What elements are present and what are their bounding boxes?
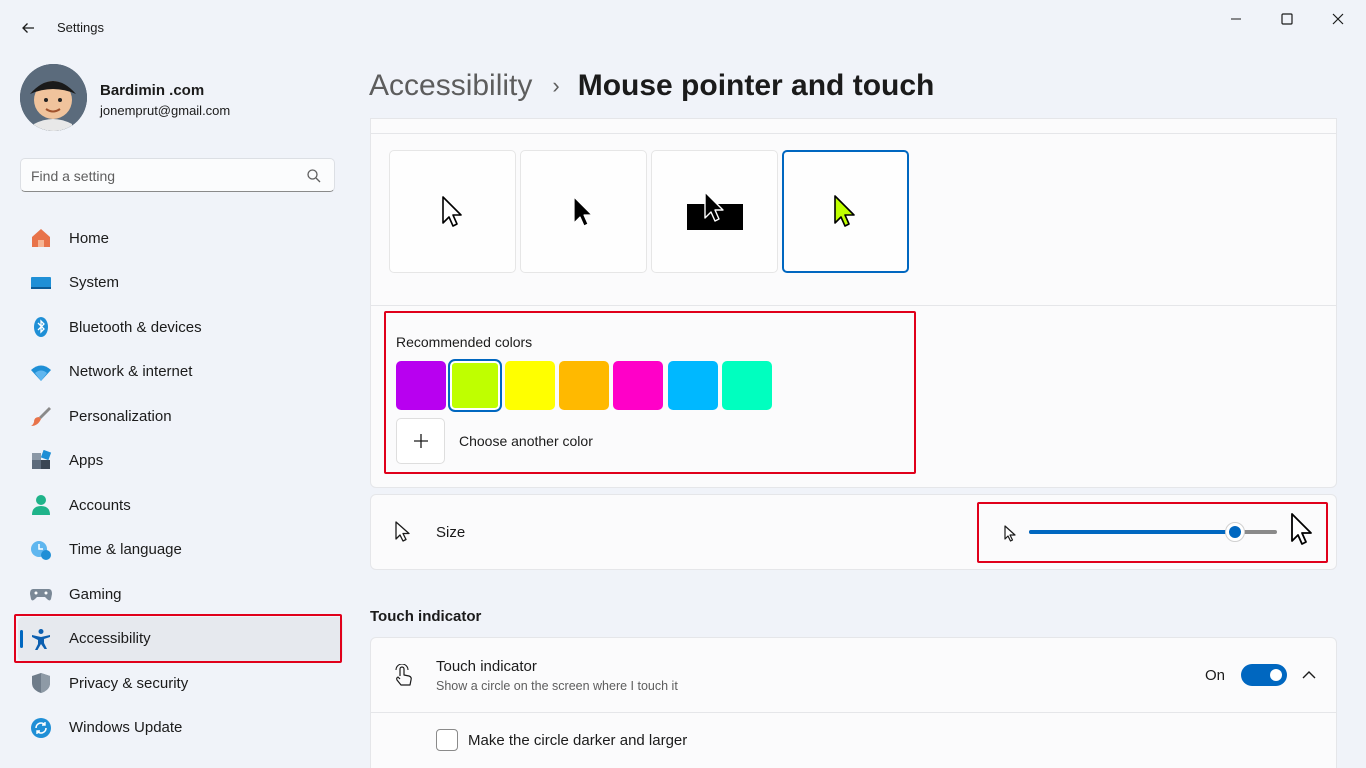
- back-arrow-icon: [22, 23, 34, 33]
- color-swatch[interactable]: [448, 359, 503, 412]
- avatar-picture: [20, 64, 87, 131]
- size-slider[interactable]: [1029, 522, 1277, 542]
- touch-section-title: Touch indicator: [370, 608, 482, 625]
- size-slider-fill: [1029, 530, 1235, 534]
- sidebar-item-label: Bluetooth & devices: [69, 318, 202, 336]
- app-title: Settings: [57, 20, 104, 35]
- color-swatch[interactable]: [721, 361, 772, 410]
- black-pointer-icon: [572, 195, 593, 227]
- user-email: jonemprut@gmail.com: [100, 103, 231, 118]
- pointer-style-inverted[interactable]: [651, 150, 778, 273]
- accessibility-icon: [32, 628, 50, 650]
- sidebar-item-label: Time & language: [69, 541, 182, 559]
- page-title: Mouse pointer and touch: [577, 69, 935, 102]
- update-icon: [31, 717, 51, 738]
- apps-icon: [32, 449, 52, 469]
- sidebar-nav: Home System Bluetooth & devices Network …: [18, 216, 343, 750]
- sidebar-item-label: Accounts: [69, 496, 131, 514]
- sidebar-item-label: Privacy & security: [69, 674, 189, 692]
- sidebar-item-network[interactable]: Network & internet: [18, 350, 343, 395]
- sidebar-item-bluetooth[interactable]: Bluetooth & devices: [18, 305, 343, 350]
- divider: [371, 305, 1336, 306]
- breadcrumb: Accessibility › Mouse pointer and touch: [369, 66, 934, 106]
- touch-indicator-description: Show a circle on the screen where I touc…: [436, 679, 678, 693]
- maximize-icon: [1281, 13, 1293, 25]
- accounts-icon: [32, 495, 50, 515]
- sidebar-item-windows-update[interactable]: Windows Update: [18, 706, 343, 751]
- sidebar-item-label: Personalization: [69, 407, 172, 425]
- chevron-up-icon[interactable]: [1300, 666, 1318, 684]
- divider: [371, 133, 1336, 134]
- sidebar-item-label: Home: [69, 229, 110, 247]
- color-swatch[interactable]: [558, 361, 609, 410]
- size-slider-thumb[interactable]: [1224, 522, 1245, 542]
- touch-hand-icon: [395, 664, 412, 686]
- inverted-pointer-icon: [686, 190, 743, 230]
- maximize-button[interactable]: [1267, 6, 1307, 32]
- recommended-colors-label: Recommended colors: [396, 334, 533, 350]
- user-name: Bardimin .com: [100, 82, 205, 99]
- bluetooth-icon: [34, 317, 48, 337]
- back-button[interactable]: [14, 14, 42, 42]
- touch-indicator-title: Touch indicator: [436, 658, 537, 675]
- choose-color-button[interactable]: [396, 418, 445, 464]
- large-pointer-icon: [1291, 513, 1312, 545]
- pointer-style-white[interactable]: [389, 150, 516, 273]
- sidebar-item-time-language[interactable]: Time & language: [18, 528, 343, 573]
- darker-circle-label[interactable]: Make the circle darker and larger: [468, 732, 687, 749]
- white-pointer-icon: [441, 195, 462, 227]
- sidebar-item-personalization[interactable]: Personalization: [18, 394, 343, 439]
- sidebar-item-gaming[interactable]: Gaming: [18, 572, 343, 617]
- sidebar-item-system[interactable]: System: [18, 261, 343, 306]
- gamepad-icon: [30, 589, 52, 601]
- sidebar-item-label: System: [69, 274, 120, 292]
- search-icon[interactable]: [306, 168, 322, 184]
- choose-color-label[interactable]: Choose another color: [459, 433, 593, 449]
- home-icon: [32, 229, 50, 247]
- sidebar-item-label: Network & internet: [69, 363, 193, 381]
- sidebar-item-accessibility[interactable]: Accessibility: [18, 616, 343, 661]
- time-language-icon: [31, 540, 51, 560]
- small-pointer-icon: [1004, 525, 1016, 542]
- color-swatch[interactable]: [613, 361, 664, 410]
- sidebar-item-label: Gaming: [69, 585, 122, 603]
- search-input[interactable]: [31, 165, 291, 187]
- close-button[interactable]: [1318, 6, 1358, 32]
- sidebar-item-label: Accessibility: [69, 630, 151, 648]
- custom-color-pointer-icon: [833, 194, 855, 227]
- minimize-button[interactable]: [1216, 6, 1256, 32]
- brush-icon: [31, 407, 51, 426]
- avatar[interactable]: [20, 64, 87, 131]
- pointer-style-custom[interactable]: [782, 150, 909, 273]
- darker-circle-checkbox[interactable]: [436, 729, 458, 751]
- wifi-icon: [31, 365, 51, 381]
- close-icon: [1332, 13, 1344, 25]
- pointer-size-icon: [395, 521, 410, 542]
- search-box[interactable]: [20, 158, 335, 192]
- sidebar-item-privacy[interactable]: Privacy & security: [18, 661, 343, 706]
- sidebar-item-label: Windows Update: [69, 719, 183, 737]
- plus-icon: [413, 434, 428, 448]
- divider: [371, 712, 1336, 713]
- sidebar-item-home[interactable]: Home: [18, 216, 343, 261]
- color-swatch[interactable]: [504, 361, 555, 410]
- sidebar-item-label: Apps: [69, 452, 104, 470]
- title-bar: Settings: [0, 0, 1366, 56]
- color-swatch[interactable]: [667, 361, 718, 410]
- sidebar-item-apps[interactable]: Apps: [18, 439, 343, 484]
- sidebar-item-accounts[interactable]: Accounts: [18, 483, 343, 528]
- breadcrumb-parent[interactable]: Accessibility: [369, 69, 532, 103]
- toggle-state-label: On: [1205, 667, 1226, 684]
- breadcrumb-separator-icon: ›: [552, 73, 560, 98]
- touch-indicator-toggle[interactable]: [1241, 664, 1287, 686]
- shield-icon: [32, 673, 50, 693]
- system-icon: [31, 276, 51, 289]
- size-label: Size: [436, 524, 466, 541]
- minimize-icon: [1231, 18, 1241, 20]
- pointer-style-black[interactable]: [520, 150, 647, 273]
- color-swatch[interactable]: [396, 361, 446, 410]
